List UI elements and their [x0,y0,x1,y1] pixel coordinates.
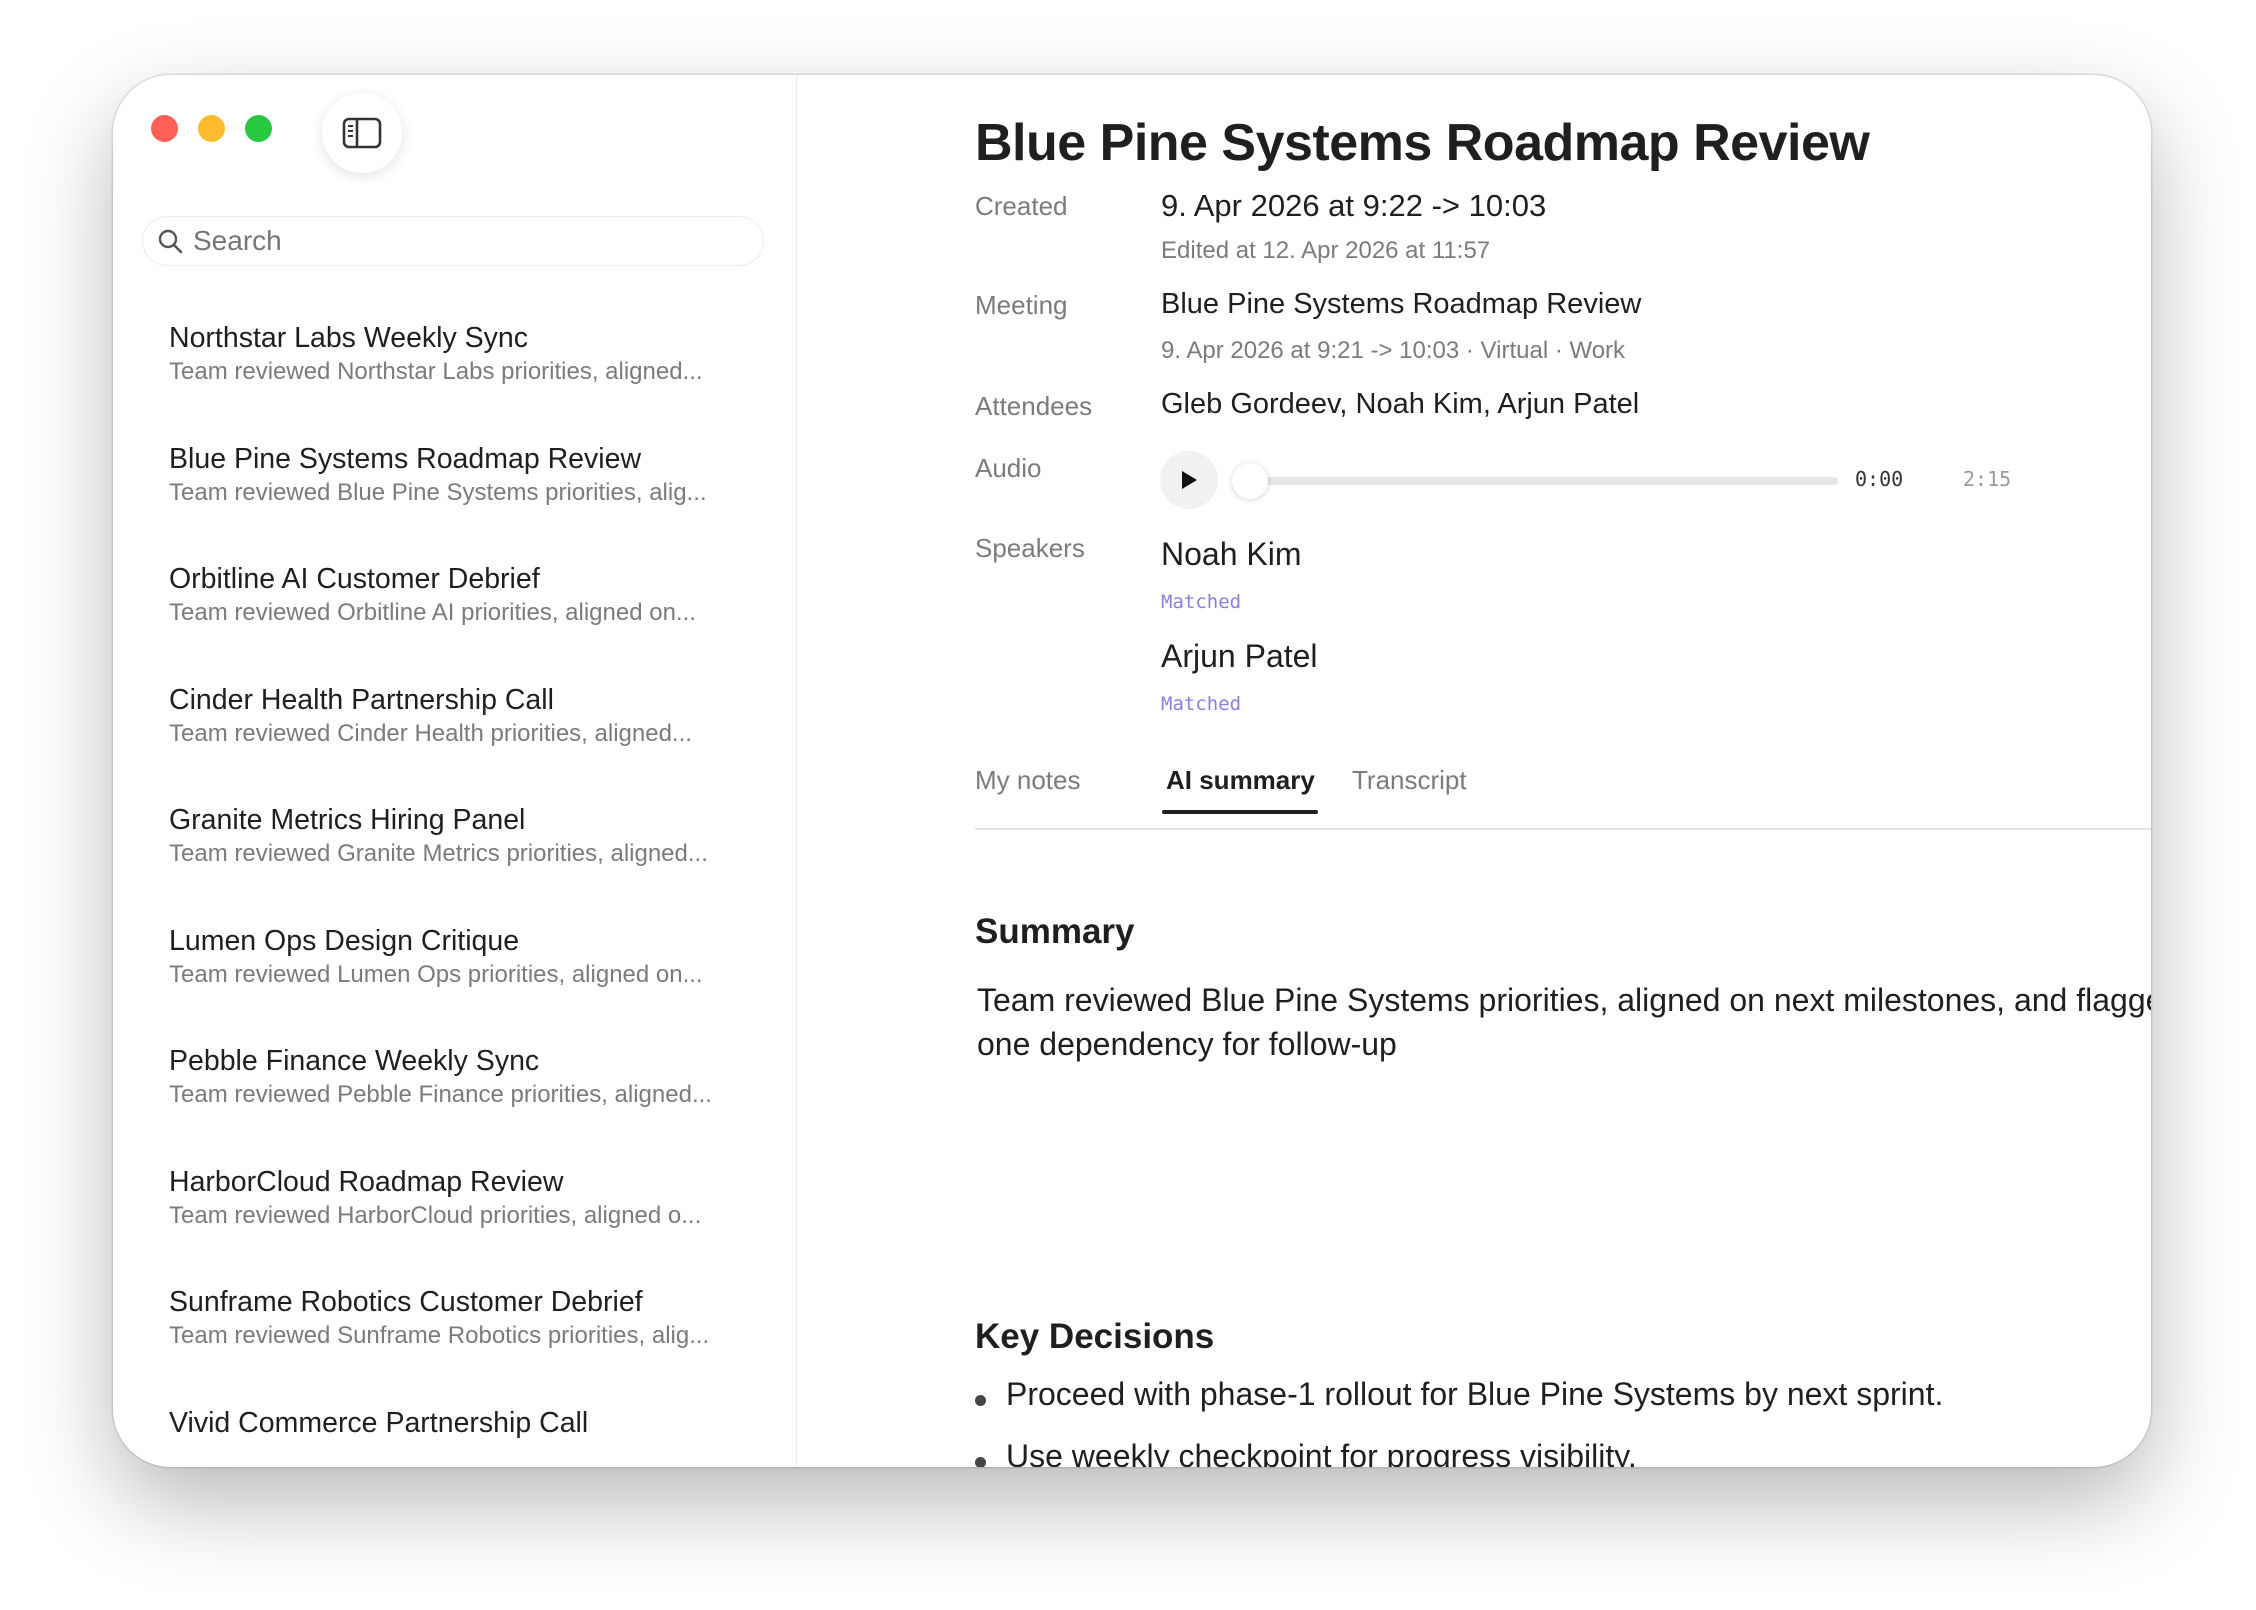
tab-transcript[interactable]: Transcript [1352,765,1467,796]
tab-ai-summary[interactable]: AI summary [1166,765,1315,796]
audio-current-time: 0:00 [1855,467,1904,491]
speaker-status-badge: Matched [1161,693,1242,715]
note-preview: Team reviewed Northstar Labs priorities,… [169,358,703,385]
note-title: Sunframe Robotics Customer Debrief [169,1286,643,1318]
close-window-button[interactable] [151,115,178,142]
audio-label: Audio [975,453,1042,483]
summary-heading: Summary [975,912,1135,951]
list-item: Use weekly checkpoint for progress visib… [975,1438,2151,1467]
search-field[interactable]: Search [142,216,764,266]
scrubber-handle[interactable] [1232,463,1268,499]
toggle-sidebar-button[interactable] [322,93,402,173]
search-icon [158,229,183,254]
active-tab-indicator [1162,810,1318,814]
sidebar: Search Northstar Labs Weekly Sync Team re… [113,75,797,1467]
tab-my-notes[interactable]: My notes [975,765,1081,796]
note-preview: Team reviewed Blue Pine Systems prioriti… [169,478,707,506]
attendees-value: Gleb Gordeev, Noah Kim, Arjun Patel [1161,388,1640,420]
meeting-label: Meeting [975,290,1068,320]
audio-scrubber[interactable] [1232,463,1838,499]
note-preview: Team reviewed Sunframe Robotics prioriti… [169,1322,710,1349]
play-icon [1182,471,1197,489]
attendees-label: Attendees [975,391,1093,421]
speaker-status-badge: Matched [1161,591,1242,613]
note-title: Cinder Health Partnership Call [169,683,554,716]
note-title: Northstar Labs Weekly Sync [169,322,529,354]
sidebar-icon [342,117,382,149]
bullet [975,1457,986,1467]
sidebar-note-item[interactable]: Orbitline AI Customer Debrief Team review… [169,561,739,682]
sidebar-note-item[interactable]: Vivid Commerce Partnership Call [169,1405,739,1468]
note-preview: Team reviewed HarborCloud priorities, al… [169,1201,702,1229]
decision-text: Proceed with phase-1 rollout for Blue Pi… [1006,1376,1944,1412]
sidebar-note-item[interactable]: Northstar Labs Weekly Sync Team reviewed … [169,320,739,441]
sidebar-note-item[interactable]: Blue Pine Systems Roadmap Review Team rev… [169,441,739,562]
edited-timestamp: Edited at 12. Apr 2026 at 11:57 [1161,237,1491,264]
play-button[interactable] [1160,451,1218,509]
zoom-window-button[interactable] [245,115,272,142]
note-title: Orbitline AI Customer Debrief [169,563,540,595]
note-title: Vivid Commerce Partnership Call [169,1406,589,1439]
speaker-name[interactable]: Noah Kim [1161,536,1302,573]
speaker-name[interactable]: Arjun Patel [1161,638,1318,675]
decision-text: Use weekly checkpoint for progress visib… [1006,1438,1637,1467]
window-controls [151,115,272,142]
note-preview: Team reviewed Orbitline AI priorities, a… [169,599,696,626]
search-placeholder: Search [193,225,282,256]
bullet [975,1395,986,1406]
note-title: Blue Pine Systems Roadmap Review [169,442,642,475]
minimize-window-button[interactable] [198,115,225,142]
summary-text: Team reviewed Blue Pine Systems prioriti… [977,982,2151,1062]
sidebar-note-item[interactable]: HarborCloud Roadmap Review Team reviewed … [169,1164,739,1285]
page-title: Blue Pine Systems Roadmap Review [975,114,1870,172]
note-title: Pebble Finance Weekly Sync [169,1045,540,1077]
note-list: Northstar Labs Weekly Sync Team reviewed … [169,320,739,1467]
key-decisions-heading: Key Decisions [975,1317,1215,1356]
note-title: HarborCloud Roadmap Review [169,1165,564,1198]
note-detail: Blue Pine Systems Roadmap Review Created… [797,75,2151,1467]
created-value: 9. Apr 2026 at 9:22 -> 10:03 [1161,188,1547,223]
list-item: Proceed with phase-1 rollout for Blue Pi… [975,1376,2151,1420]
sidebar-note-item[interactable]: Cinder Health Partnership Call Team revie… [169,682,739,803]
sidebar-note-item[interactable]: Lumen Ops Design Critique Team reviewed L… [169,923,739,1044]
tabs-divider [975,828,2151,830]
meeting-link[interactable]: Blue Pine Systems Roadmap Review [1161,288,1641,321]
note-preview: Team reviewed Pebble Finance priorities,… [169,1081,712,1108]
note-preview: Team reviewed Lumen Ops priorities, alig… [169,960,703,988]
note-title: Lumen Ops Design Critique [169,924,520,957]
audio-duration: 2:15 [1963,467,2012,491]
note-title: Granite Metrics Hiring Panel [169,804,526,836]
note-preview: Team reviewed Cinder Health priorities, … [169,719,692,747]
app-window: Search Northstar Labs Weekly Sync Team re… [113,75,2151,1467]
sidebar-note-item[interactable]: Sunframe Robotics Customer Debrief Team r… [169,1284,739,1405]
note-preview: Team reviewed Granite Metrics priorities… [169,840,708,867]
speakers-label: Speakers [975,533,1085,563]
meeting-details: 9. Apr 2026 at 9:21 -> 10:03 · Virtual ·… [1161,337,1626,364]
created-label: Created [975,191,1068,221]
sidebar-note-item[interactable]: Granite Metrics Hiring Panel Team reviewe… [169,802,739,923]
sidebar-note-item[interactable]: Pebble Finance Weekly Sync Team reviewed … [169,1043,739,1164]
